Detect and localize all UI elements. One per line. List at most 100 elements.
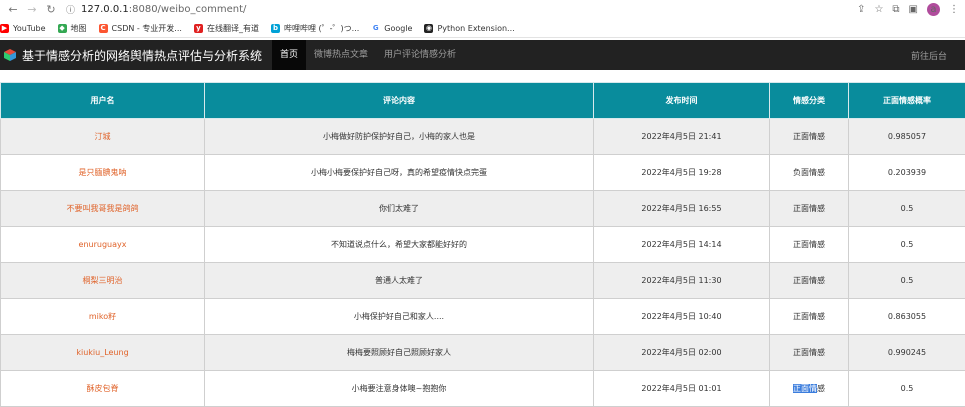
bookmark-label: YouTube <box>13 24 46 33</box>
cell-time: 2022年4月5日 10:40 <box>594 299 770 335</box>
table-row: 汀城 小梅做好防护保护好自己，小梅的家人也是 2022年4月5日 21:41 正… <box>1 119 965 155</box>
bookmarks-bar: ▶ YouTube ◆ 地图 C CSDN - 专业开发... y 在线翻译_有道 b哔哩哔哩 … <box>0 19 965 38</box>
cell-time: 2022年4月5日 19:28 <box>594 155 770 191</box>
header-probability: 正面情感概率 <box>849 83 965 119</box>
admin-link[interactable]: 前往后台 <box>911 49 965 62</box>
url-path: :8080/weibo_comment/ <box>129 4 247 15</box>
cell-comment: 小梅做好防护保护好自己，小梅的家人也是 <box>205 119 594 155</box>
bookmark-favicon-icon: y <box>194 24 203 33</box>
cell-comment: 普通人太难了 <box>205 263 594 299</box>
table-row: 不要叫我哥我是鸽鸽 你们太难了 2022年4月5日 16:55 正面情感 0.5 <box>1 191 965 227</box>
cell-probability: 0.985057 <box>849 119 965 155</box>
header-time: 发布时间 <box>594 83 770 119</box>
bookmark-favicon-icon: ◆ <box>58 24 67 33</box>
nav-weibo-hot-articles[interactable]: 微博热点文章 <box>306 40 376 70</box>
app-logo-icon <box>4 49 16 61</box>
bookmark-item[interactable]: b哔哩哔哩 (゜-゜)つ... <box>271 23 359 34</box>
extensions-icon[interactable]: ⧉ <box>892 4 899 15</box>
menu-icon[interactable]: ⋮ <box>949 4 959 15</box>
table-row: 桐梨三明治 普通人太难了 2022年4月5日 11:30 正面情感 0.5 <box>1 263 965 299</box>
header-sentiment: 情感分类 <box>770 83 849 119</box>
cell-sentiment: 正面情感 <box>770 227 849 263</box>
bookmark-label: 在线翻译_有道 <box>207 23 259 34</box>
header-username: 用户名 <box>1 83 205 119</box>
cell-time: 2022年4月5日 14:14 <box>594 227 770 263</box>
cell-probability: 0.990245 <box>849 335 965 371</box>
cell-sentiment: 正面情感 <box>770 371 849 407</box>
cell-username: enuruguayx <box>1 227 205 263</box>
bookmark-item[interactable]: G Google <box>371 24 412 33</box>
cell-comment: 梅梅要照顾好自己照顾好家人 <box>205 335 594 371</box>
browser-address-bar: ← → ↻ ⓘ 127.0.0.1:8080/weibo_comment/ ⇪ … <box>0 0 965 19</box>
url-input[interactable]: ⓘ 127.0.0.1:8080/weibo_comment/ <box>63 2 849 18</box>
cell-probability: 0.5 <box>849 263 965 299</box>
reload-icon[interactable]: ↻ <box>44 3 58 17</box>
cell-username: 是只腼腆鬼呐 <box>1 155 205 191</box>
cell-sentiment: 正面情感 <box>770 263 849 299</box>
nav-home[interactable]: 首页 <box>272 40 306 70</box>
back-icon[interactable]: ← <box>6 3 20 17</box>
app-navbar: 基于情感分析的网络舆情热点评估与分析系统 首页 微博热点文章 用户评论情感分析 … <box>0 40 965 70</box>
nav-comment-sentiment[interactable]: 用户评论情感分析 <box>376 40 464 70</box>
table-header-row: 用户名 评论内容 发布时间 情感分类 正面情感概率 <box>1 83 965 119</box>
bookmark-favicon-icon: C <box>99 24 108 33</box>
cell-sentiment: 负面情感 <box>770 155 849 191</box>
comments-table-container: 用户名 评论内容 发布时间 情感分类 正面情感概率 汀城 小梅做好防护保护好自己… <box>0 82 965 407</box>
cell-comment: 小梅要注意身体噢~抱抱你 <box>205 371 594 407</box>
bookmark-favicon-icon: ◉ <box>424 24 433 33</box>
bookmark-label: 地图 <box>71 23 87 34</box>
bookmark-item[interactable]: ▶ YouTube <box>0 24 46 33</box>
bookmark-item[interactable]: ◉ Python Extension... <box>424 24 514 33</box>
cell-username: 汀城 <box>1 119 205 155</box>
brand-title: 基于情感分析的网络舆情热点评估与分析系统 <box>22 47 262 64</box>
bookmark-item[interactable]: y 在线翻译_有道 <box>194 23 259 34</box>
cell-username: 桐梨三明治 <box>1 263 205 299</box>
cell-sentiment: 正面情感 <box>770 299 849 335</box>
cell-comment: 小梅小梅要保护好自己呀，真的希望疫情快点完蛋 <box>205 155 594 191</box>
cell-probability: 0.5 <box>849 227 965 263</box>
cell-username: 酥皮包脊 <box>1 371 205 407</box>
bookmark-favicon-icon: G <box>371 24 380 33</box>
cell-probability: 0.863055 <box>849 299 965 335</box>
bookmark-label: Google <box>384 24 412 33</box>
cell-comment: 小梅保护好自己和家人.... <box>205 299 594 335</box>
cell-username: kiukiu_Leung <box>1 335 205 371</box>
bookmark-favicon-icon: ▶ <box>0 24 9 33</box>
forward-icon[interactable]: → <box>25 3 39 17</box>
cell-time: 2022年4月5日 21:41 <box>594 119 770 155</box>
sidebar-icon[interactable]: ▣ <box>909 4 918 15</box>
table-row: 是只腼腆鬼呐 小梅小梅要保护好自己呀，真的希望疫情快点完蛋 2022年4月5日 … <box>1 155 965 191</box>
cell-probability: 0.5 <box>849 191 965 227</box>
bookmark-label: Python Extension... <box>437 24 514 33</box>
cell-sentiment: 正面情感 <box>770 119 849 155</box>
info-icon[interactable]: ⓘ <box>66 3 75 16</box>
url-host: 127.0.0.1 <box>81 4 129 15</box>
bookmark-star-icon[interactable]: ☆ <box>874 4 883 15</box>
cell-comment: 你们太难了 <box>205 191 594 227</box>
bookmark-favicon-icon: b <box>271 24 280 33</box>
brand[interactable]: 基于情感分析的网络舆情热点评估与分析系统 <box>0 47 262 64</box>
table-row: miko籽 小梅保护好自己和家人.... 2022年4月5日 10:40 正面情… <box>1 299 965 335</box>
cell-username: miko籽 <box>1 299 205 335</box>
bookmark-item[interactable]: C CSDN - 专业开发... <box>99 23 182 34</box>
comments-table: 用户名 评论内容 发布时间 情感分类 正面情感概率 汀城 小梅做好防护保护好自己… <box>0 82 965 407</box>
cell-time: 2022年4月5日 11:30 <box>594 263 770 299</box>
header-comment: 评论内容 <box>205 83 594 119</box>
cell-time: 2022年4月5日 16:55 <box>594 191 770 227</box>
bookmark-label: CSDN - 专业开发... <box>112 23 182 34</box>
unselected-text: 感 <box>817 384 825 393</box>
cell-time: 2022年4月5日 02:00 <box>594 335 770 371</box>
table-row: kiukiu_Leung 梅梅要照顾好自己照顾好家人 2022年4月5日 02:… <box>1 335 965 371</box>
cell-time: 2022年4月5日 01:01 <box>594 371 770 407</box>
profile-avatar[interactable]: a <box>927 3 940 16</box>
cell-sentiment: 正面情感 <box>770 191 849 227</box>
bookmark-item[interactable]: ◆ 地图 <box>58 23 87 34</box>
table-row: 酥皮包脊 小梅要注意身体噢~抱抱你 2022年4月5日 01:01 正面情感 0… <box>1 371 965 407</box>
selected-text: 正面情 <box>793 384 817 393</box>
cell-sentiment: 正面情感 <box>770 335 849 371</box>
cell-probability: 0.203939 <box>849 155 965 191</box>
share-icon[interactable]: ⇪ <box>857 4 865 15</box>
cell-probability: 0.5 <box>849 371 965 407</box>
table-row: enuruguayx 不知道说点什么，希望大家都能好好的 2022年4月5日 1… <box>1 227 965 263</box>
cell-comment: 不知道说点什么，希望大家都能好好的 <box>205 227 594 263</box>
